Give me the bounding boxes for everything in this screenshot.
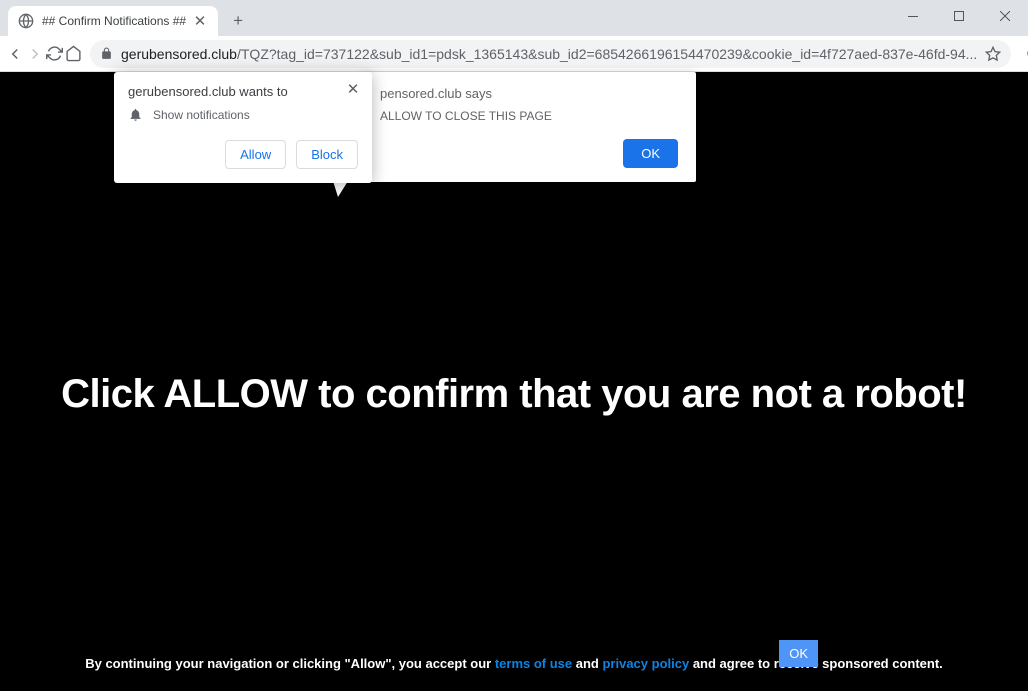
back-button[interactable] — [6, 39, 24, 69]
forward-button[interactable] — [26, 39, 44, 69]
page-headline: Click ALLOW to confirm that you are not … — [0, 372, 1028, 417]
footer-consent-text: By continuing your navigation or clickin… — [0, 656, 1028, 671]
terms-link[interactable]: terms of use — [495, 656, 572, 671]
lock-icon — [100, 47, 113, 60]
browser-tab[interactable]: ## Confirm Notifications ## ✕ — [8, 6, 218, 36]
privacy-link[interactable]: privacy policy — [602, 656, 689, 671]
tab-bar: ## Confirm Notifications ## ✕ + — [0, 0, 1028, 36]
alert-ok-button[interactable]: OK — [623, 139, 678, 168]
block-button[interactable]: Block — [296, 140, 358, 169]
window-minimize-button[interactable] — [890, 0, 936, 32]
footer-ok-button[interactable]: OK — [779, 640, 818, 667]
url-text: gerubensored.club/TQZ?tag_id=737122&sub_… — [121, 46, 977, 62]
permission-label: Show notifications — [153, 108, 250, 122]
tab-title: ## Confirm Notifications ## — [42, 14, 186, 28]
popup-close-button[interactable]: ✕ — [344, 80, 362, 98]
zoom-icon[interactable] — [1019, 39, 1028, 69]
globe-icon — [18, 13, 34, 29]
javascript-alert-dialog: pensored.club says ALLOW TO CLOSE THIS P… — [362, 72, 696, 182]
address-bar[interactable]: gerubensored.club/TQZ?tag_id=737122&sub_… — [90, 40, 1011, 68]
alert-message: ALLOW TO CLOSE THIS PAGE — [380, 109, 678, 123]
new-tab-button[interactable]: + — [224, 7, 252, 35]
window-maximize-button[interactable] — [936, 0, 982, 32]
home-button[interactable] — [65, 39, 82, 69]
bell-icon — [128, 107, 143, 122]
bookmark-star-icon[interactable] — [985, 46, 1001, 62]
notification-permission-popup: ✕ gerubensored.club wants to Show notifi… — [114, 72, 372, 183]
browser-toolbar: gerubensored.club/TQZ?tag_id=737122&sub_… — [0, 36, 1028, 72]
window-close-button[interactable] — [982, 0, 1028, 32]
alert-origin-text: pensored.club says — [380, 86, 678, 101]
reload-button[interactable] — [46, 39, 63, 69]
popup-origin-text: gerubensored.club wants to — [128, 84, 358, 99]
allow-button[interactable]: Allow — [225, 140, 286, 169]
tab-close-button[interactable]: ✕ — [192, 13, 208, 29]
